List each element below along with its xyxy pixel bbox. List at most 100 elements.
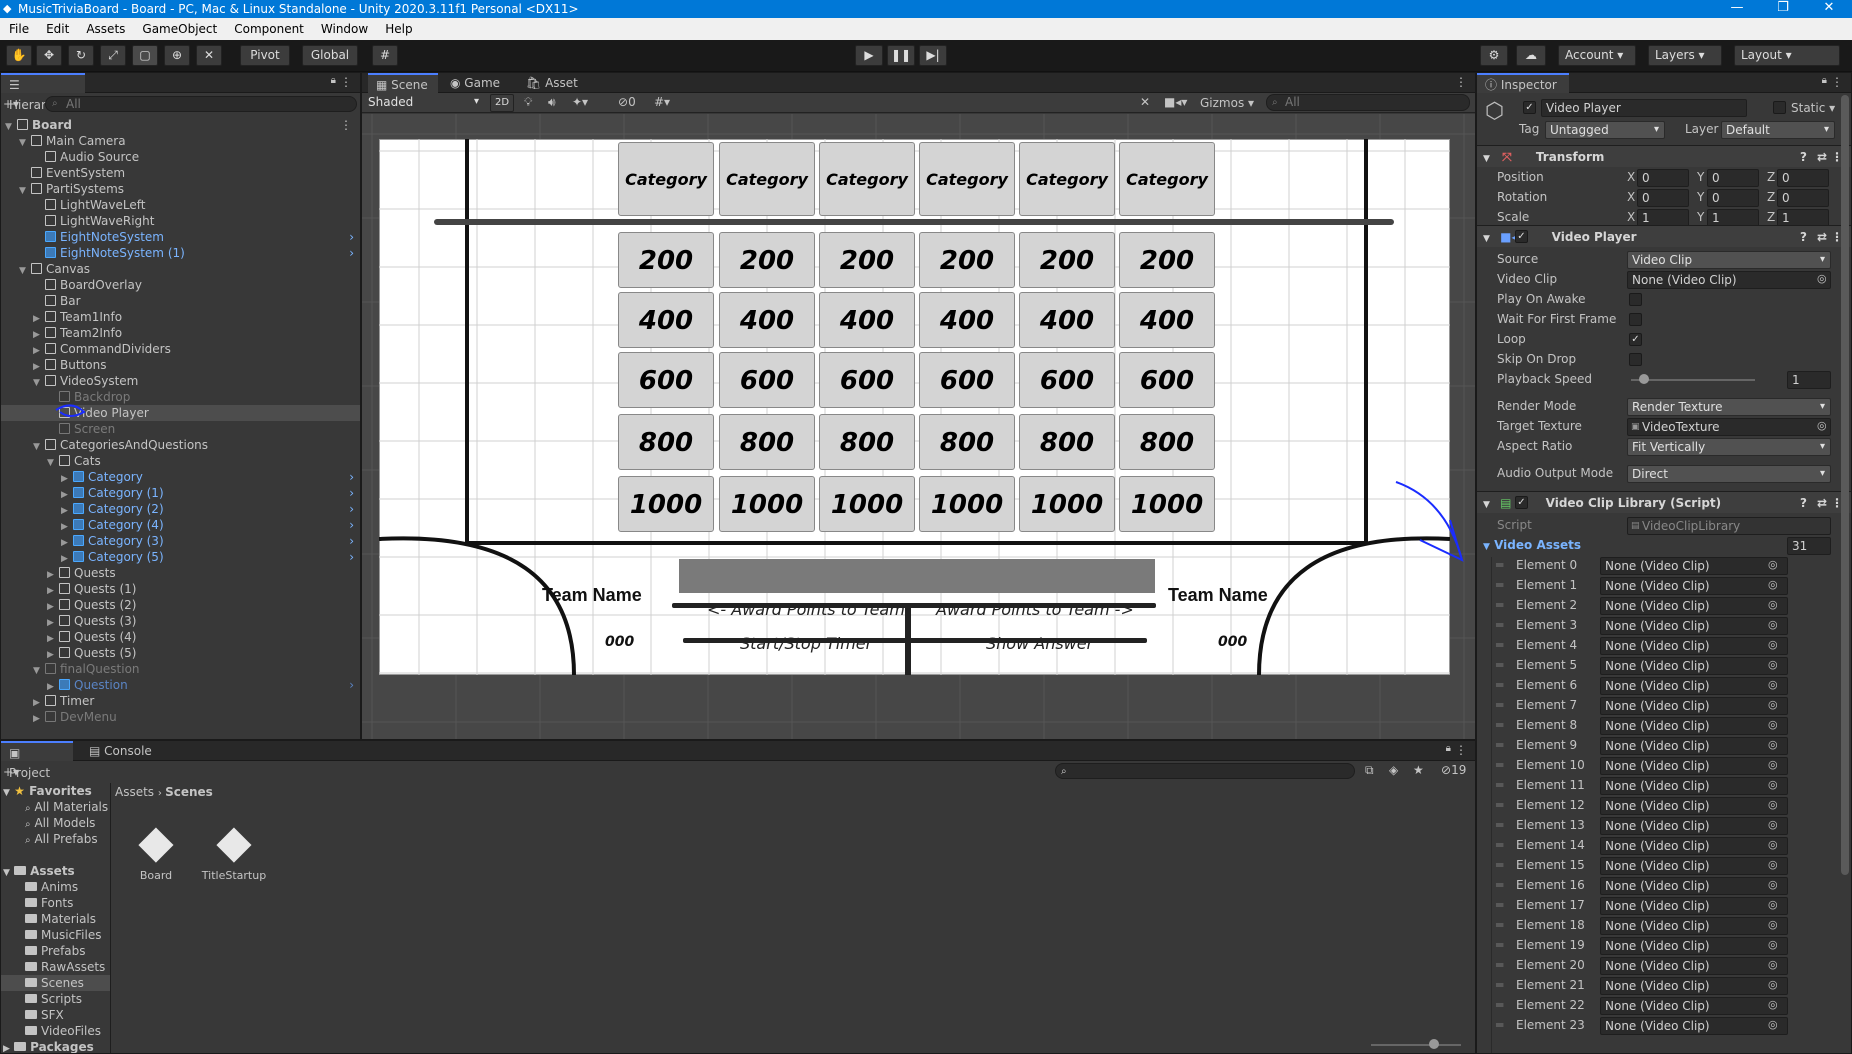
object-picker-icon[interactable]: ◎ [1768,678,1778,691]
preset-icon[interactable]: ⇄ [1817,146,1827,168]
question-value-button[interactable]: 600 [819,352,915,408]
hierarchy-item[interactable]: Backdrop [1,389,360,405]
breadcrumb-scenes[interactable]: Scenes [165,785,213,799]
assets-header[interactable]: ▼ Assets [3,863,75,879]
question-value-button[interactable]: 400 [919,292,1015,348]
grid-icon[interactable]: #▾ [654,95,670,109]
gizmos-dropdown[interactable]: Gizmos ▾ [1200,94,1260,112]
question-value-button[interactable]: 200 [618,232,714,288]
tools-icon[interactable]: ✕ [1140,95,1150,109]
element-video-clip-field[interactable]: None (Video Clip) [1600,877,1788,895]
breadcrumb-assets[interactable]: Assets [115,785,154,799]
help-icon[interactable]: ? [1800,492,1807,514]
hidden-objects-icon[interactable]: ⊘0 [618,95,636,109]
object-picker-icon[interactable]: ◎ [1768,1018,1778,1031]
account-dropdown[interactable]: Account ▾ [1558,45,1636,66]
question-value-button[interactable]: 200 [819,232,915,288]
element-video-clip-field[interactable]: None (Video Clip) [1600,977,1788,995]
menu-edit[interactable]: Edit [37,22,77,36]
slider-handle[interactable] [1639,374,1649,384]
close-icon[interactable]: ✕ [1806,0,1852,18]
element-video-clip-field[interactable]: None (Video Clip) [1600,1017,1788,1035]
element-video-clip-field[interactable]: None (Video Clip) [1600,717,1788,735]
object-picker-icon[interactable]: ◎ [1817,272,1827,285]
menu-assets[interactable]: Assets [77,22,133,36]
element-video-clip-field[interactable]: None (Video Clip) [1600,937,1788,955]
drag-handle-icon[interactable]: ═ [1496,758,1503,772]
element-video-clip-field[interactable]: None (Video Clip) [1600,777,1788,795]
element-video-clip-field[interactable]: None (Video Clip) [1600,757,1788,775]
chevron-right-icon[interactable]: › [349,469,354,485]
hierarchy-item[interactable]: EightNoteSystem › [1,229,360,245]
hidden-packages-icon[interactable]: ⊘19 [1441,763,1466,777]
drag-handle-icon[interactable]: ═ [1496,778,1503,792]
question-value-button[interactable]: 1000 [1019,476,1115,532]
folder-item[interactable]: SFX [1,1007,110,1023]
lock-icon[interactable]: 🔒︎ [1822,75,1827,86]
help-icon[interactable]: ? [1800,226,1807,248]
chevron-right-icon[interactable]: › [349,549,354,565]
aspect-ratio-dropdown[interactable]: Fit Vertically [1627,438,1831,456]
element-video-clip-field[interactable]: None (Video Clip) [1600,997,1788,1015]
hierarchy-item[interactable]: ▶ Team2Info [1,325,360,341]
question-value-button[interactable]: 800 [919,414,1015,470]
element-video-clip-field[interactable]: None (Video Clip) [1600,637,1788,655]
skip-on-drop-checkbox[interactable] [1629,353,1642,366]
drag-handle-icon[interactable]: ═ [1496,578,1503,592]
element-video-clip-field[interactable]: None (Video Clip) [1600,657,1788,675]
hierarchy-item[interactable]: Audio Source [1,149,360,165]
foldout-closed-icon[interactable]: ▶ [33,711,45,727]
packages-header[interactable]: ▶ Packages [3,1039,94,1053]
drag-handle-icon[interactable]: ═ [1496,738,1503,752]
drag-handle-icon[interactable]: ═ [1496,918,1503,932]
target-texture-field[interactable]: ▣ VideoTexture [1627,418,1831,436]
preset-icon[interactable]: ⇄ [1817,226,1827,248]
question-value-button[interactable]: 600 [1119,352,1215,408]
collab-icon[interactable]: ⚙ [1480,45,1508,66]
video-player-enabled-checkbox[interactable]: ✓ [1515,230,1528,243]
tab-console[interactable]: ▤ Console [81,741,161,761]
layers-dropdown[interactable]: Layers ▾ [1648,45,1722,66]
create-button[interactable]: +▾ [3,763,27,781]
hierarchy-item[interactable]: ▶ Quests (1) [1,581,360,597]
hierarchy-item[interactable]: EventSystem [1,165,360,181]
hierarchy-item[interactable]: ▼ Canvas [1,261,360,277]
object-picker-icon[interactable]: ◎ [1768,818,1778,831]
hierarchy-item[interactable]: ▶ Quests (2) [1,597,360,613]
preset-icon[interactable]: ⇄ [1817,492,1827,514]
hierarchy-item[interactable]: ▼ VideoSystem [1,373,360,389]
question-value-button[interactable]: 400 [1119,292,1215,348]
transform-tool-icon[interactable]: ⊕ [164,45,190,66]
hierarchy-item[interactable]: ▼ finalQuestion [1,661,360,677]
tab-game[interactable]: ◉ Game [442,73,514,93]
question-value-button[interactable]: 400 [618,292,714,348]
question-value-button[interactable]: 800 [819,414,915,470]
tab-project[interactable]: ▣ Project [1,741,73,780]
object-picker-icon[interactable]: ◎ [1768,638,1778,651]
object-picker-icon[interactable]: ◎ [1768,898,1778,911]
hierarchy-item[interactable]: ▼ PartiSystems [1,181,360,197]
transform-z-input[interactable]: 0 [1777,169,1829,187]
chevron-right-icon[interactable]: › [349,517,354,533]
hierarchy-item[interactable]: ▶ Quests (4) [1,629,360,645]
object-picker-icon[interactable]: ◎ [1768,798,1778,811]
object-picker-icon[interactable]: ◎ [1768,958,1778,971]
menu-gameobject[interactable]: GameObject [133,22,225,36]
favorite-item[interactable]: ⌕ All Models [25,815,95,831]
favorite-icon[interactable]: ★ [1413,763,1424,777]
element-video-clip-field[interactable]: None (Video Clip) [1600,917,1788,935]
element-video-clip-field[interactable]: None (Video Clip) [1600,557,1788,575]
axis-label-y[interactable]: Y [1697,169,1704,186]
object-picker-icon[interactable]: ◎ [1768,878,1778,891]
question-value-button[interactable]: 800 [1019,414,1115,470]
element-video-clip-field[interactable]: None (Video Clip) [1600,697,1788,715]
hierarchy-item[interactable]: ▼ CategoriesAndQuestions [1,437,360,453]
hierarchy-item[interactable]: Video Player [1,405,360,421]
hierarchy-item[interactable]: ▶ Team1Info [1,309,360,325]
drag-handle-icon[interactable]: ═ [1496,1018,1503,1032]
folder-item[interactable]: Scripts [1,991,110,1007]
axis-label-y[interactable]: Y [1697,189,1704,206]
question-value-button[interactable]: 200 [1119,232,1215,288]
question-value-button[interactable]: 400 [719,292,815,348]
video-clip-library-header[interactable]: ▼ ▤ ✓ Video Clip Library (Script) ? ⇄ ⋮ [1477,491,1851,513]
